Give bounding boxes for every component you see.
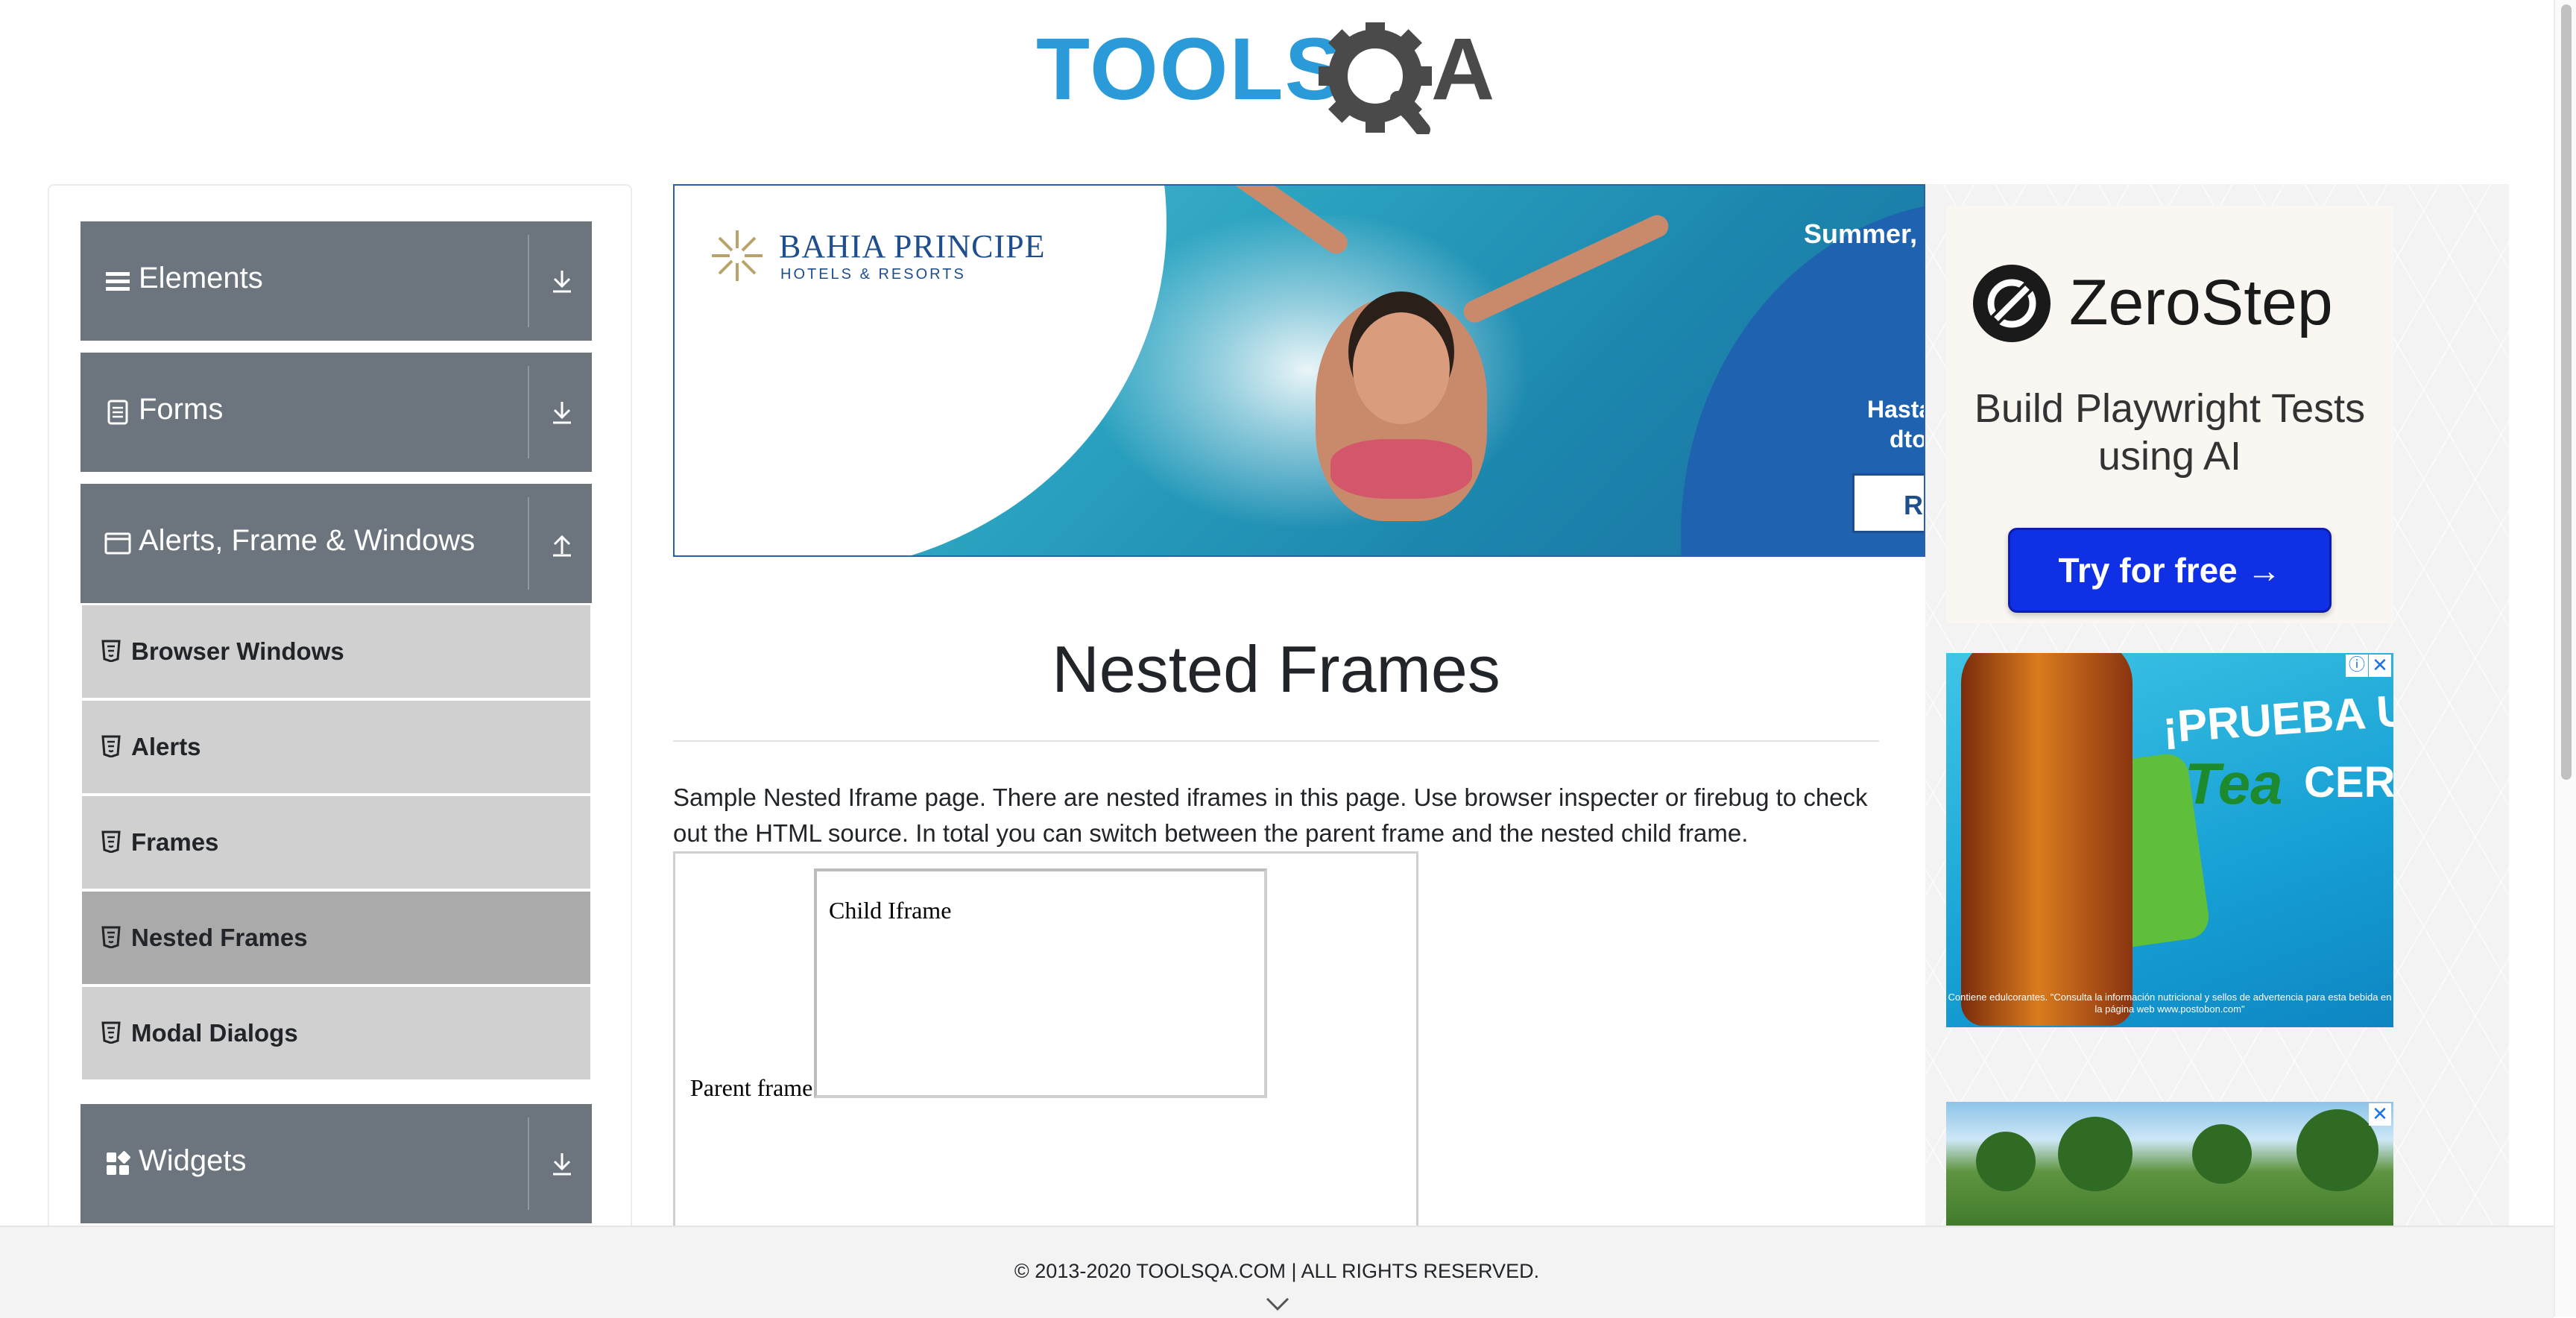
drink-ad-brand: Tea — [2185, 751, 2283, 816]
group-label: Elements — [139, 262, 263, 294]
hamburger-icon — [106, 272, 130, 291]
banner-headline: Summer, — [1804, 218, 1918, 249]
logo-text-tools: TOOLS — [1036, 22, 1345, 119]
group-widgets[interactable]: Widgets — [80, 1104, 592, 1223]
html5-icon — [101, 830, 121, 853]
footer-copyright: © 2013-2020 TOOLSQA.COM | ALL RIGHTS RES… — [1014, 1260, 1540, 1282]
sidebar-item-label: Modal Dialogs — [131, 1019, 298, 1047]
banner-cta-button[interactable]: R — [1852, 473, 1924, 533]
html5-icon — [101, 926, 121, 948]
group-divider — [528, 497, 529, 590]
banner-brand-subtitle: HOTELS & RESORTS — [780, 266, 966, 283]
group-label: Alerts, Frame & Windows — [139, 524, 476, 557]
palm-tree — [2058, 1117, 2133, 1191]
download-arrow-icon[interactable] — [546, 396, 578, 429]
ad-info-icon[interactable]: ⓘ — [2346, 655, 2368, 677]
title-divider — [673, 740, 1879, 742]
sidebar-item-nested-frames[interactable]: Nested Frames — [82, 892, 590, 987]
sidebar-item-modal-dialogs[interactable]: Modal Dialogs — [82, 987, 590, 1082]
ad-close-icon[interactable]: ✕ — [2369, 1103, 2391, 1126]
page-description: Sample Nested Iframe page. There are nes… — [673, 783, 1868, 847]
gear-icon — [1319, 19, 1432, 137]
group-label: Forms — [139, 393, 224, 426]
zerostep-brand-name: ZeroStep — [2069, 267, 2333, 338]
banner-brand-name: BAHIA PRINCIPE — [779, 228, 1046, 265]
palm-tree — [1976, 1132, 2036, 1191]
drink-ad-headline: ¡PRUEBA UN — [2161, 683, 2393, 752]
group-divider — [528, 366, 529, 458]
sidebar-item-label: Nested Frames — [131, 924, 308, 951]
swimmer-head — [1353, 312, 1450, 424]
upload-arrow-icon[interactable] — [546, 527, 578, 560]
toolsqa-logo-graphic: TOOLS A — [1036, 19, 1494, 137]
ad-close-icon[interactable]: ✕ — [2369, 655, 2391, 677]
palm-tree — [2192, 1124, 2252, 1184]
parent-frame-text: Parent frame — [690, 1074, 813, 1101]
palm-tree — [2296, 1109, 2378, 1191]
sidebar-item-alerts[interactable]: Alerts — [82, 701, 590, 796]
drink-ad-cero: CERO — [2304, 758, 2393, 807]
scrollbar-thumb[interactable] — [2561, 4, 2572, 780]
group-divider — [528, 235, 529, 327]
group-forms[interactable]: Forms — [80, 353, 592, 472]
child-frame-text: Child Iframe — [829, 897, 952, 924]
document-icon — [107, 400, 128, 425]
download-arrow-icon[interactable] — [546, 265, 578, 297]
swimmer-swimsuit — [1330, 439, 1472, 499]
html5-icon — [101, 735, 121, 757]
download-arrow-icon[interactable] — [546, 1147, 578, 1180]
sidebar-item-label: Browser Windows — [131, 637, 344, 665]
widgets-icon — [107, 1151, 130, 1175]
chevron-down-icon[interactable] — [1264, 1294, 1291, 1314]
sidebar-item-label: Frames — [131, 828, 219, 856]
zerostep-logo-icon — [1973, 265, 2051, 342]
iced-tea-ad[interactable]: ¡PRUEBA UN Tea CERO Contiene edulcorante… — [1946, 653, 2393, 1027]
html5-icon — [101, 640, 121, 662]
sidebar-item-label: Alerts — [131, 733, 201, 760]
resort-ad[interactable] — [1946, 1102, 2393, 1229]
window-icon — [104, 532, 131, 555]
tea-bottle-image — [1961, 653, 2133, 1026]
banner-subline: Hasta — [1867, 396, 1924, 423]
sidebar-item-browser-windows[interactable]: Browser Windows — [82, 605, 590, 701]
group-alerts-frame-windows[interactable]: Alerts, Frame & Windows — [80, 484, 592, 603]
child-iframe[interactable]: Child Iframe — [814, 868, 1267, 1098]
toolsqa-logo[interactable]: TOOLS A — [1036, 19, 1528, 137]
parent-iframe[interactable]: Parent frame Child Iframe — [673, 851, 1418, 1254]
logo-text-a: A — [1431, 22, 1494, 119]
bahia-principe-banner-ad[interactable]: BAHIA PRINCIPE HOTELS & RESORTS Summer, … — [673, 184, 1925, 557]
group-divider — [528, 1117, 529, 1210]
group-elements[interactable]: Elements — [80, 221, 592, 341]
zerostep-tagline: Build Playwright Tests using AI — [1974, 386, 2366, 479]
banner-subline: dto — [1890, 426, 1925, 453]
footer: © 2013-2020 TOOLSQA.COM | ALL RIGHTS RES… — [0, 1226, 2554, 1318]
sidebar-item-frames[interactable]: Frames — [82, 796, 590, 892]
html5-icon — [101, 1021, 121, 1044]
try-for-free-button[interactable]: Try for free → — [2008, 528, 2332, 613]
drink-ad-fine-print: Contiene edulcorantes. "Consulta la info… — [1948, 991, 2392, 1015]
page-title: Nested Frames — [1052, 632, 1500, 706]
group-label: Widgets — [139, 1144, 247, 1177]
